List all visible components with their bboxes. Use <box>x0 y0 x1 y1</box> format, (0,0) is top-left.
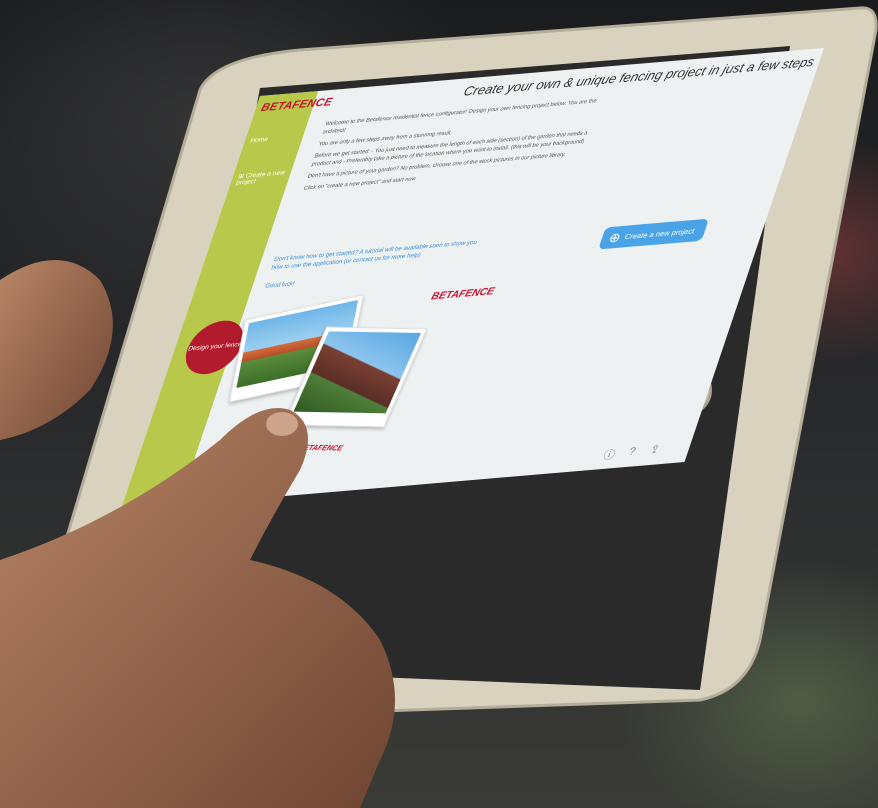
create-button-label: Create a new project <box>623 226 696 241</box>
good-luck-text: Good luck! <box>264 280 296 290</box>
help-icon[interactable]: ? <box>624 444 642 458</box>
bottom-toolbar: ⓘ ? ⇪ <box>601 442 664 462</box>
sidebar-item-create-project[interactable]: ⊞ Create a new project <box>234 168 292 187</box>
intro-text: Welcome to the Betafence residential fen… <box>301 97 609 197</box>
sidebar-item-label: Home <box>249 136 269 145</box>
sidebar-item-home[interactable]: Home <box>249 136 269 144</box>
tutorial-link[interactable]: Don't know how to get started? A tutoria… <box>270 238 482 272</box>
promo-brand-logo-small: BETAFENCE <box>296 443 345 453</box>
page-headline: Create your own & unique fencing project… <box>461 54 817 99</box>
screen-area: BETAFENCE Home ⊞ Create a new project Cr… <box>0 0 878 808</box>
promo-brand-logo: BETAFENCE <box>429 285 496 303</box>
create-new-project-button[interactable]: ⊕ Create a new project <box>598 218 709 250</box>
plus-icon: ⊕ <box>606 229 623 246</box>
share-icon[interactable]: ⇪ <box>646 442 664 456</box>
sidebar-item-label: Create a new project <box>234 169 286 187</box>
app-screen: BETAFENCE Home ⊞ Create a new project Cr… <box>120 48 824 510</box>
info-icon[interactable]: ⓘ <box>601 446 619 462</box>
